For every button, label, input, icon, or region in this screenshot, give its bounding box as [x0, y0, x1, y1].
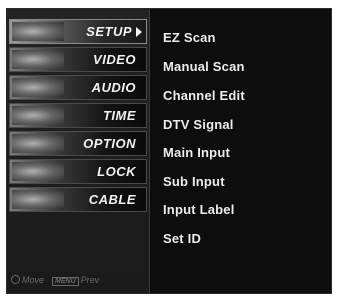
submenu-item-sub-input[interactable]: Sub Input — [163, 174, 225, 189]
menu-item-label: TIME — [102, 108, 136, 123]
menu-item-label: SETUP — [86, 24, 132, 39]
menu-item-label: AUDIO — [91, 80, 136, 95]
menu-item-time[interactable]: TIME — [9, 103, 147, 128]
menu-item-option[interactable]: OPTION — [9, 131, 147, 156]
prev-label: Prev — [80, 275, 100, 285]
submenu-item-ez-scan[interactable]: EZ Scan — [163, 30, 216, 45]
submenu-item-dtv-signal[interactable]: DTV Signal — [163, 117, 234, 132]
menu-item-label: VIDEO — [93, 52, 136, 67]
time-thumb-icon — [12, 106, 64, 125]
tv-osd-menu: SETUP VIDEO AUDIO TIME OPTION LOCK CABLE — [6, 8, 332, 294]
menu-item-video[interactable]: VIDEO — [9, 47, 147, 72]
main-menu: SETUP VIDEO AUDIO TIME OPTION LOCK CABLE — [7, 9, 150, 293]
move-icon — [11, 275, 20, 284]
submenu-item-channel-edit[interactable]: Channel Edit — [163, 88, 245, 103]
lock-thumb-icon — [12, 162, 64, 181]
option-thumb-icon — [12, 134, 64, 153]
setup-thumb-icon — [12, 22, 64, 41]
video-thumb-icon — [12, 50, 64, 69]
menu-item-label: OPTION — [83, 136, 136, 151]
menu-item-setup[interactable]: SETUP — [9, 19, 147, 44]
menu-item-cable[interactable]: CABLE — [9, 187, 147, 212]
menu-item-label: LOCK — [97, 164, 136, 179]
submenu-item-main-input[interactable]: Main Input — [163, 145, 230, 160]
submenu-item-set-id[interactable]: Set ID — [163, 231, 201, 246]
menu-item-label: CABLE — [88, 192, 136, 207]
move-label: Move — [22, 275, 45, 285]
menu-footer: Move MENU Prev — [11, 275, 145, 289]
audio-thumb-icon — [12, 78, 64, 97]
menu-item-audio[interactable]: AUDIO — [9, 75, 147, 100]
submenu-panel: EZ Scan Manual Scan Channel Edit DTV Sig… — [157, 9, 327, 293]
chevron-right-icon — [136, 27, 142, 37]
cable-thumb-icon — [12, 190, 64, 209]
menu-item-lock[interactable]: LOCK — [9, 159, 147, 184]
submenu-item-input-label[interactable]: Input Label — [163, 202, 235, 217]
menu-key-icon: MENU — [52, 277, 79, 286]
submenu-item-manual-scan[interactable]: Manual Scan — [163, 59, 245, 74]
